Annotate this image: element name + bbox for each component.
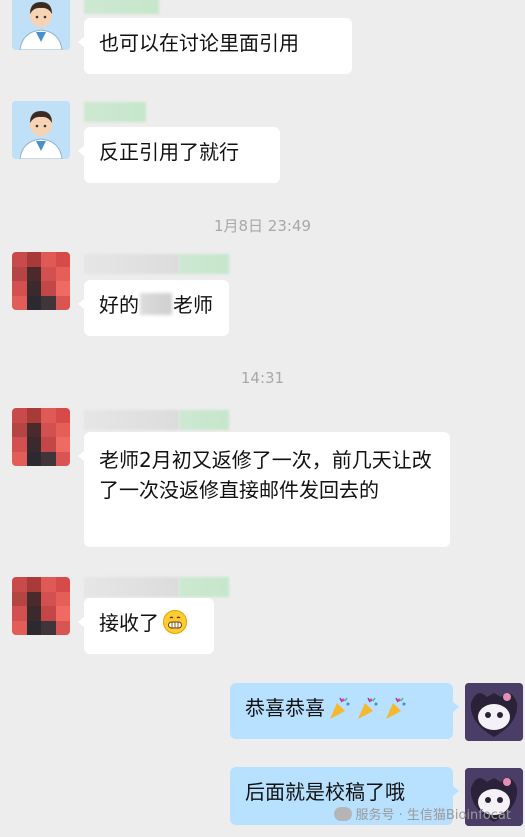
message-text-start: 好的 [99, 293, 139, 317]
anime-character-avatar[interactable] [465, 683, 523, 741]
message-bubble[interactable]: 好的 老师 [78, 280, 229, 336]
message-bubble[interactable]: 也可以在讨论里面引用 [78, 18, 352, 74]
doctor-avatar[interactable] [12, 101, 70, 159]
message-text-end: 老师 [173, 293, 213, 317]
message-text: 恭喜恭喜 [245, 696, 325, 720]
timestamp: 1月8日 23:49 [213, 217, 312, 235]
watermark: 服务号 · 生信猫Bioinfocat [333, 804, 511, 823]
outgoing-message-bubble[interactable]: 恭喜恭喜 [230, 683, 459, 739]
sender-name-redacted [84, 0, 159, 14]
sender-name-redacted [84, 254, 229, 274]
message-text: 老师2月初又返修了一次，前几天让改了一次没返修直接邮件发回去的 [99, 448, 432, 502]
sender-name-redacted [84, 102, 146, 122]
pixelated-avatar[interactable] [12, 577, 70, 635]
redacted-name [140, 293, 172, 315]
pixelated-avatar[interactable] [12, 252, 70, 310]
wechat-icon [333, 806, 352, 821]
doctor-avatar[interactable] [12, 0, 70, 50]
pixelated-avatar[interactable] [12, 408, 70, 466]
message-text: 反正引用了就行 [99, 140, 239, 164]
watermark-text: 服务号 · 生信猫Bioinfocat [355, 808, 511, 823]
message-text: 后面就是校稿了哦 [245, 780, 405, 804]
message-bubble[interactable]: 接收了 [78, 598, 214, 654]
party-popper-emoji [330, 697, 350, 719]
grinning-face-emoji [163, 610, 187, 634]
sender-name-redacted [84, 577, 229, 597]
party-popper-emoji [358, 697, 378, 719]
timestamp: 14:31 [240, 369, 285, 387]
party-popper-emoji [386, 697, 406, 719]
message-bubble[interactable]: 反正引用了就行 [78, 127, 280, 183]
sender-name-redacted [84, 410, 229, 430]
message-text: 接收了 [99, 611, 159, 635]
chat-conversation: 也可以在讨论里面引用 反正引用了就行 1月8日 23:49 好的 老师 14:3… [0, 0, 525, 837]
message-text: 也可以在讨论里面引用 [99, 31, 299, 55]
message-bubble[interactable]: 老师2月初又返修了一次，前几天让改了一次没返修直接邮件发回去的 [78, 432, 450, 547]
